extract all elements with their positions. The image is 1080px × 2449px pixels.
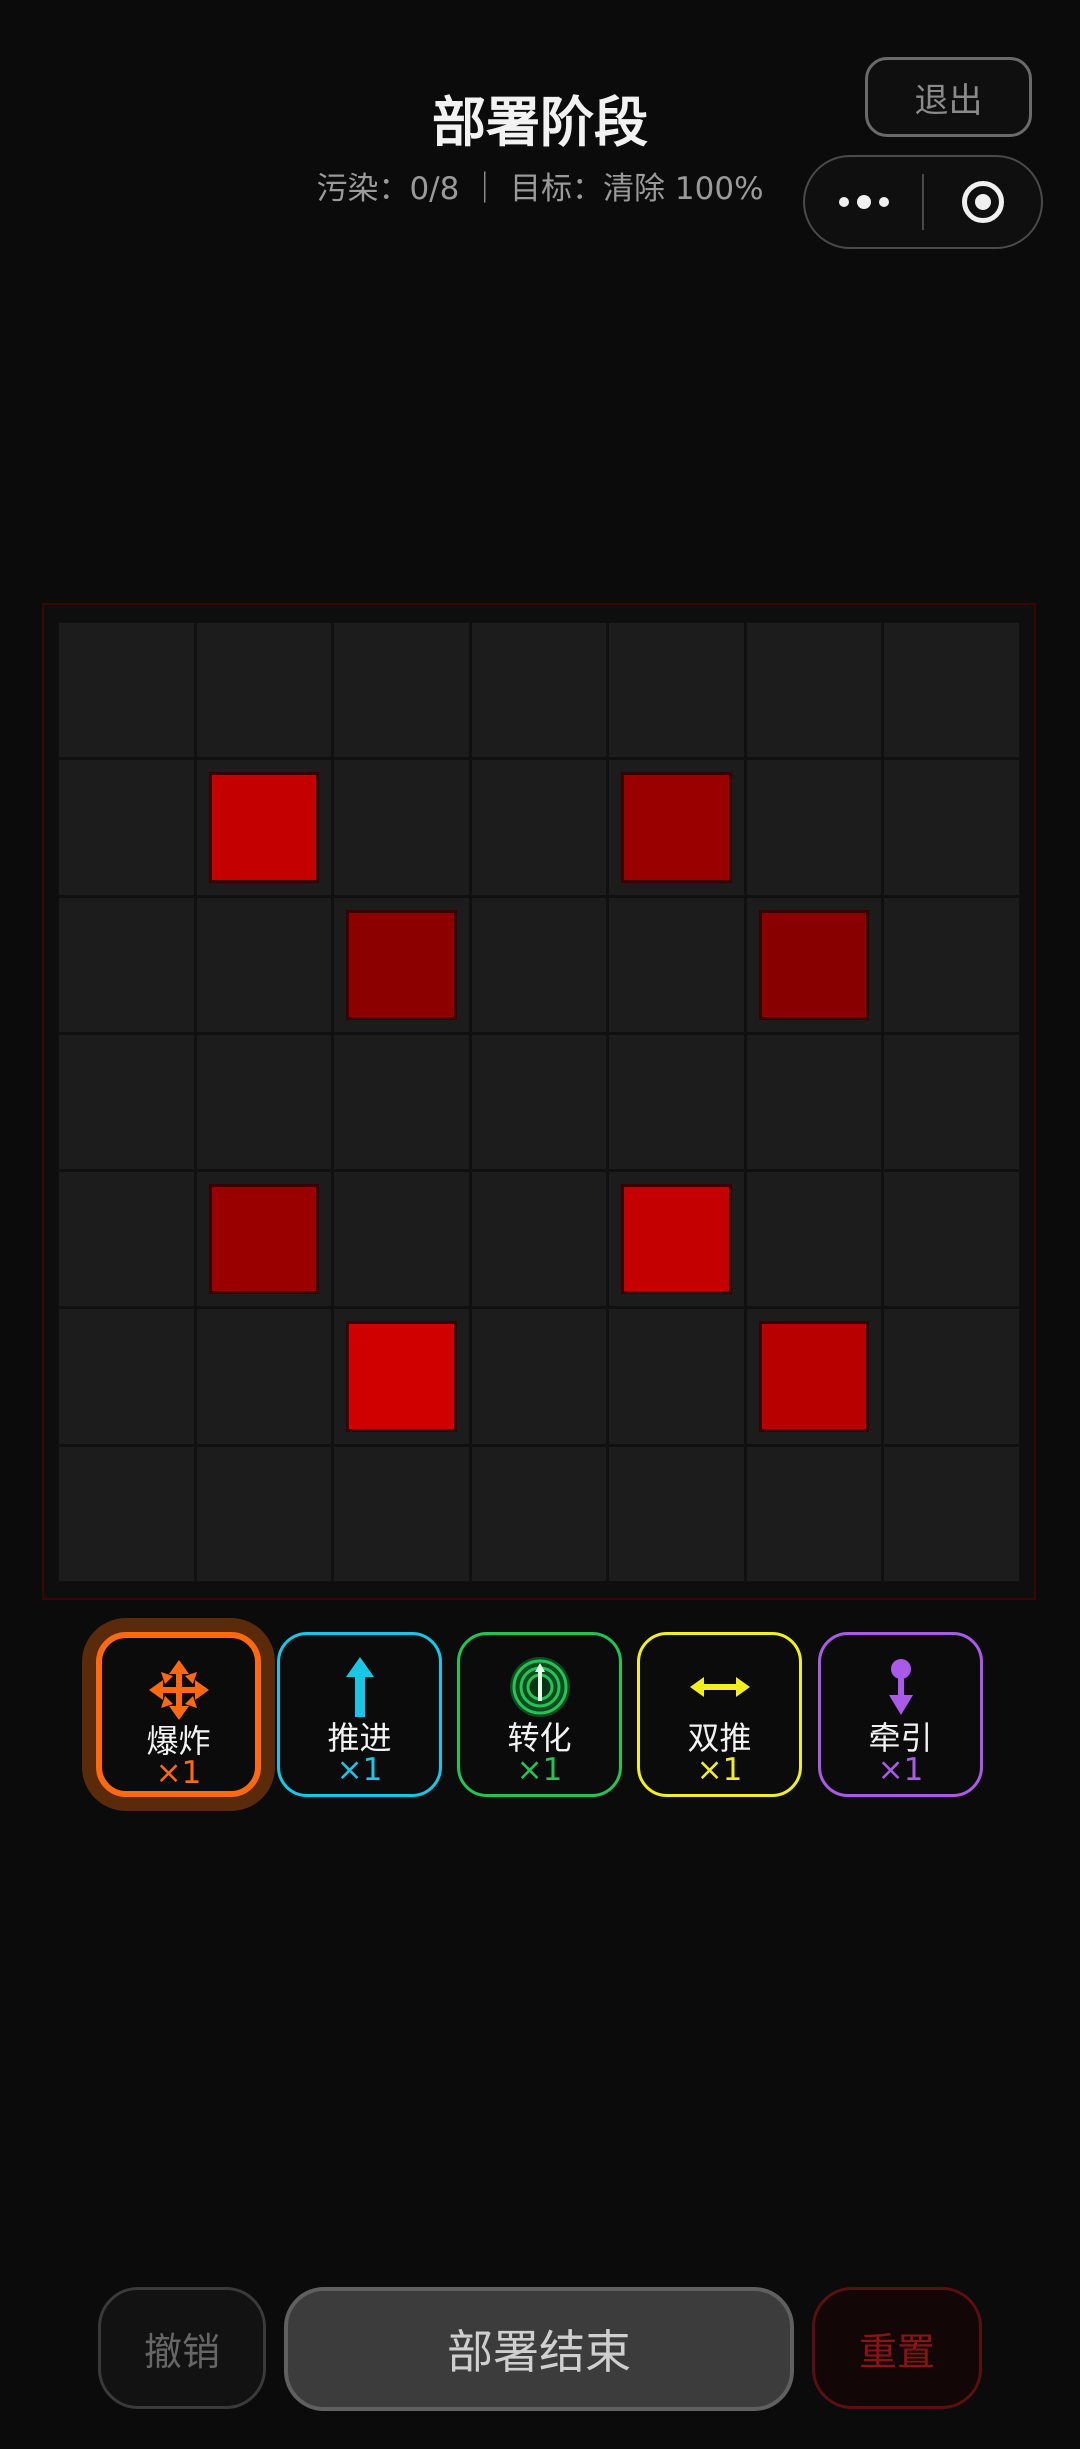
board-cell[interactable] <box>883 622 1020 759</box>
board-cell[interactable] <box>608 896 745 1033</box>
board-cell[interactable] <box>470 1308 608 1445</box>
board-cell[interactable] <box>745 1445 883 1582</box>
pull-icon <box>866 1655 936 1719</box>
tool-label: 爆炸 <box>146 1722 211 1760</box>
contaminated-block <box>346 1321 457 1432</box>
board-cell[interactable] <box>883 1171 1020 1308</box>
board-cell[interactable] <box>195 622 333 759</box>
tool-count: ×1 <box>696 1752 743 1788</box>
board-cell[interactable] <box>470 1171 608 1308</box>
tool-label: 双推 <box>687 1719 752 1757</box>
tool-label: 牵引 <box>868 1719 933 1757</box>
contaminated-block <box>208 772 320 883</box>
board-cell[interactable] <box>333 1445 470 1582</box>
contaminated-block <box>758 909 870 1020</box>
up-arrow-icon <box>325 1655 395 1719</box>
bottom-actions: 撤销 部署结束 重置 <box>0 2287 1080 2412</box>
board-cell[interactable] <box>58 1445 195 1582</box>
board-cell[interactable] <box>470 1445 608 1582</box>
board-cell[interactable] <box>58 896 195 1033</box>
board-cell[interactable] <box>883 896 1020 1033</box>
board-cell[interactable] <box>195 759 333 896</box>
board-cell[interactable] <box>58 1033 195 1171</box>
board-cell[interactable] <box>333 1308 470 1445</box>
board-cell[interactable] <box>58 1308 195 1445</box>
board-cell[interactable] <box>333 759 470 896</box>
board-cell[interactable] <box>745 622 883 759</box>
board-cell[interactable] <box>470 896 608 1033</box>
contaminated-block <box>346 909 457 1020</box>
board-cell[interactable] <box>745 1033 883 1171</box>
reset-button[interactable]: 重置 <box>812 2287 982 2409</box>
close-miniprogram-button[interactable] <box>924 157 1041 247</box>
board-cell[interactable] <box>333 896 470 1033</box>
board-cell[interactable] <box>470 622 608 759</box>
tool-label: 转化 <box>507 1719 572 1757</box>
tool-explode[interactable]: 爆炸 ×1 <box>96 1632 261 1797</box>
tool-bar: 爆炸 ×1 推进 ×1 转化 ×1 双推 ×1 牵引 ×1 <box>0 1632 1080 1797</box>
double-arrow-icon <box>685 1655 755 1719</box>
tool-count: ×1 <box>336 1752 383 1788</box>
game-board <box>58 622 1020 1582</box>
board-cell[interactable] <box>195 1033 333 1171</box>
contaminated-block <box>621 772 732 883</box>
board-cell[interactable] <box>333 622 470 759</box>
target-circle-icon <box>961 181 1004 223</box>
board-cell[interactable] <box>883 759 1020 896</box>
tool-count: ×1 <box>155 1755 202 1791</box>
board-cell[interactable] <box>333 1171 470 1308</box>
board-cell[interactable] <box>745 759 883 896</box>
tool-count: ×1 <box>877 1752 924 1788</box>
board-cell[interactable] <box>608 1033 745 1171</box>
board-cell[interactable] <box>195 1445 333 1582</box>
tool-label: 推进 <box>327 1719 392 1757</box>
tool-pull[interactable]: 牵引 ×1 <box>818 1632 983 1797</box>
tool-double_push[interactable]: 双推 ×1 <box>637 1632 802 1797</box>
board-cell[interactable] <box>58 1171 195 1308</box>
exit-button[interactable]: 退出 <box>865 57 1032 137</box>
board-cell[interactable] <box>195 896 333 1033</box>
board-cell[interactable] <box>608 1445 745 1582</box>
board-cell[interactable] <box>608 1308 745 1445</box>
board-cell[interactable] <box>608 1171 745 1308</box>
board-cell[interactable] <box>745 1308 883 1445</box>
board-cell[interactable] <box>58 622 195 759</box>
tool-count: ×1 <box>516 1752 563 1788</box>
board-cell[interactable] <box>470 759 608 896</box>
contaminated-block <box>621 1184 732 1295</box>
board-cell[interactable] <box>608 622 745 759</box>
board-cell[interactable] <box>608 759 745 896</box>
board-cell[interactable] <box>333 1033 470 1171</box>
more-button[interactable] <box>805 157 922 247</box>
mini-program-capsule <box>803 155 1043 249</box>
board-cell[interactable] <box>883 1033 1020 1171</box>
contaminated-block <box>208 1184 320 1295</box>
convert-target-icon <box>505 1655 575 1719</box>
board-cell[interactable] <box>58 759 195 896</box>
contaminated-block <box>758 1321 870 1432</box>
tool-push[interactable]: 推进 ×1 <box>277 1632 442 1797</box>
board-cell[interactable] <box>883 1445 1020 1582</box>
explode-arrows-icon <box>144 1658 214 1722</box>
board-cell[interactable] <box>195 1308 333 1445</box>
board-cell[interactable] <box>883 1308 1020 1445</box>
board-cell[interactable] <box>470 1033 608 1171</box>
board-cell[interactable] <box>195 1171 333 1308</box>
end-deploy-button[interactable]: 部署结束 <box>284 2287 794 2411</box>
undo-button[interactable]: 撤销 <box>98 2287 266 2409</box>
more-dots-icon <box>838 195 889 209</box>
tool-convert[interactable]: 转化 ×1 <box>457 1632 622 1797</box>
board-cell[interactable] <box>745 896 883 1033</box>
board-cell[interactable] <box>745 1171 883 1308</box>
